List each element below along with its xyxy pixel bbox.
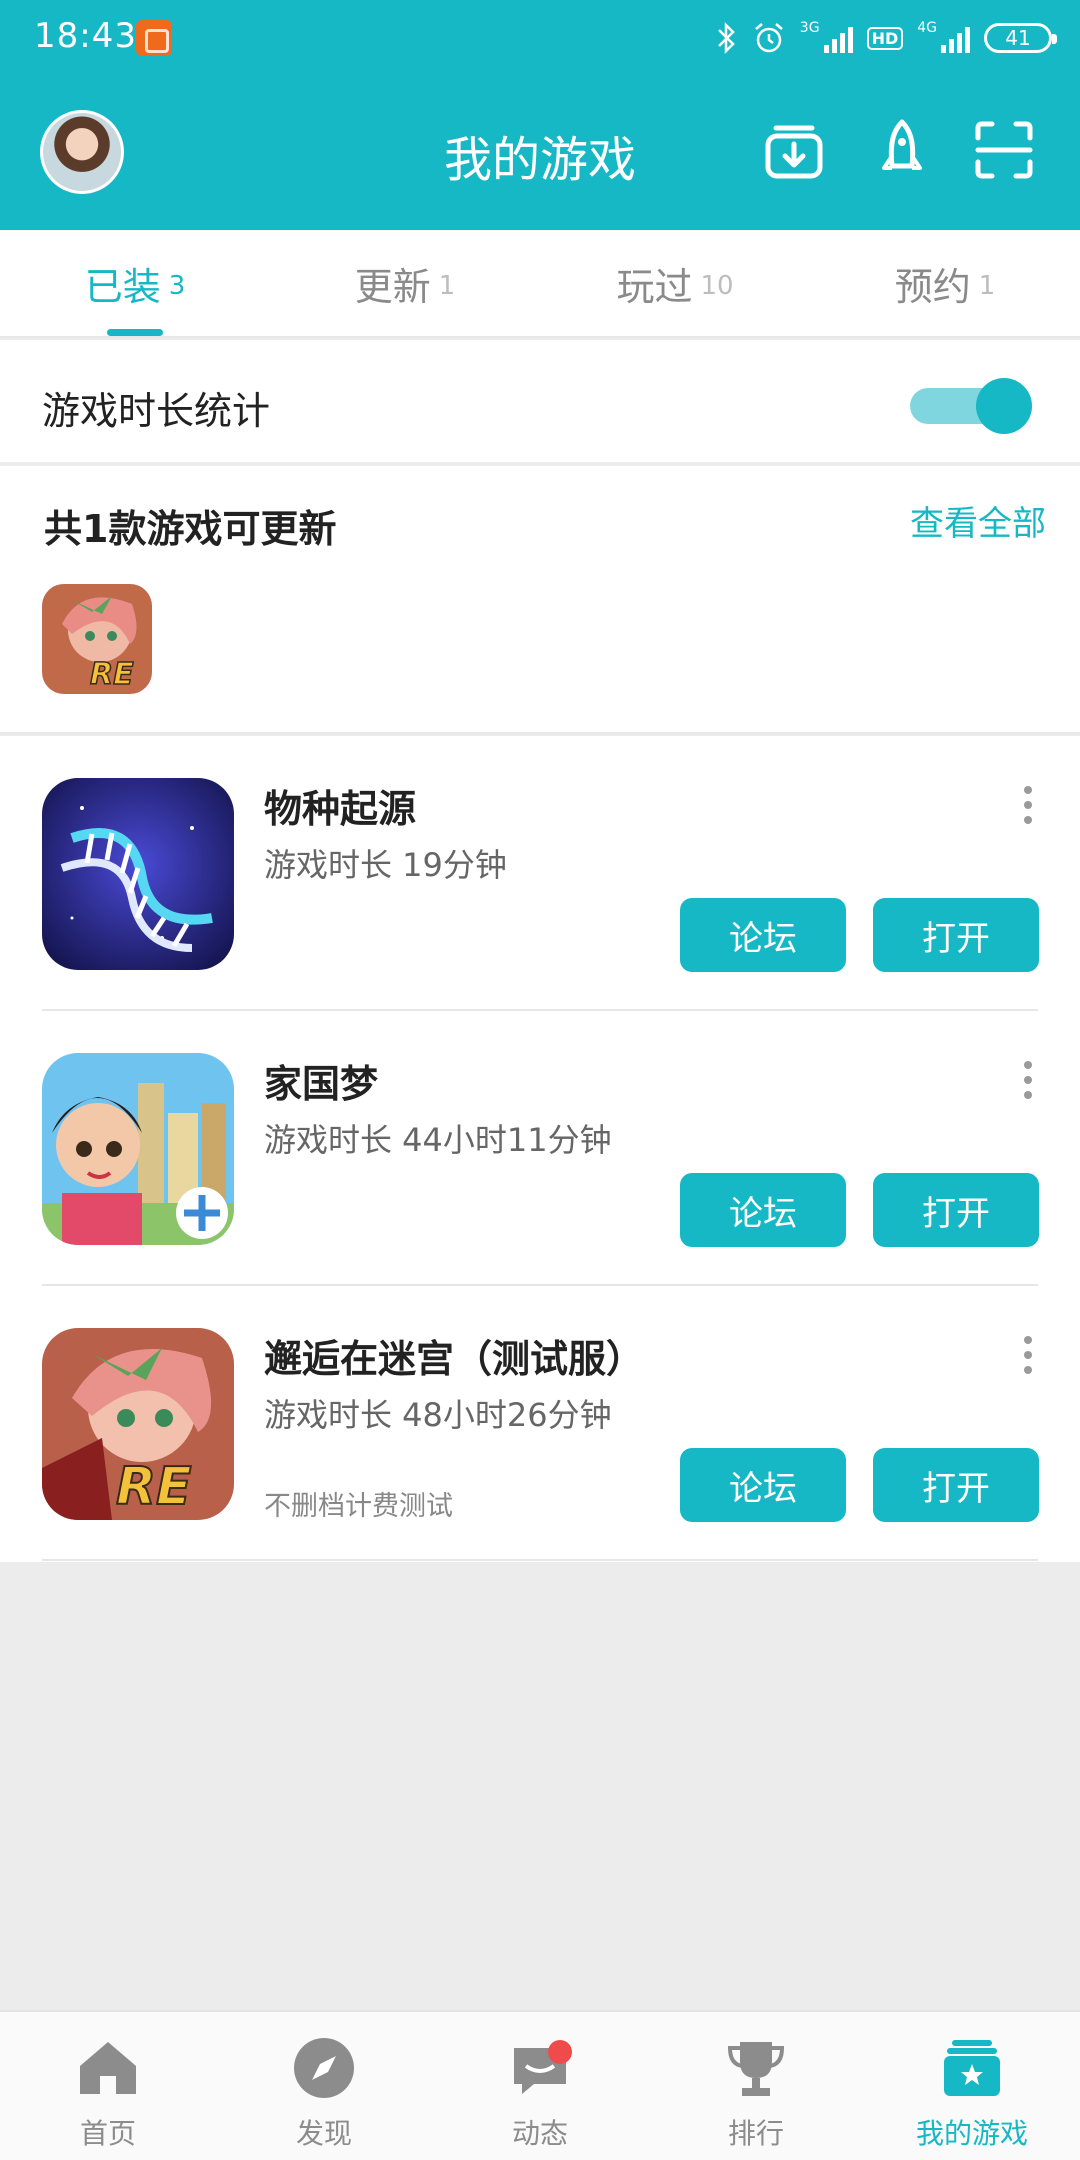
tab-count: 1: [438, 271, 456, 301]
toggle-knob: [976, 378, 1032, 434]
tab-updates[interactable]: 更新 1: [270, 230, 540, 336]
battery-level: 41: [1005, 26, 1031, 50]
compass-icon: [294, 2038, 354, 2098]
trophy-icon: [727, 2042, 785, 2096]
divider: [42, 1559, 1038, 1561]
game-list: 物种起源 游戏时长 19分钟 论坛 打开 家国梦 游戏时长 44小时11分钟 论: [0, 736, 1080, 1562]
status-time: 18:43: [34, 16, 137, 56]
game-name: 邂逅在迷宫（测试服）: [264, 1337, 645, 1381]
game-icon-jiaguomeng[interactable]: [42, 1053, 234, 1245]
tab-count: 3: [168, 271, 186, 301]
playtime-stats-label: 游戏时长统计: [42, 389, 271, 433]
game-name: 家国梦: [264, 1062, 379, 1106]
my-games-icon: [944, 2040, 1000, 2096]
notification-app-icon: [136, 20, 172, 56]
signal-icon-2: [941, 23, 970, 53]
game-playtime: 游戏时长 19分钟: [264, 846, 507, 884]
game-playtime: 游戏时长 44小时11分钟: [264, 1121, 612, 1159]
update-game-icon[interactable]: RE: [42, 584, 152, 694]
tab-label: 更新: [354, 264, 431, 309]
svg-text:RE: RE: [116, 1457, 192, 1517]
game-name: 物种起源: [264, 787, 417, 831]
list-item[interactable]: 家国梦 游戏时长 44小时11分钟 论坛 打开: [0, 1011, 1080, 1286]
status-bar: 18:43 3G HD 4G 41: [0, 0, 1080, 80]
tab-label: 玩过: [616, 264, 693, 309]
bottom-nav: 首页 发现 动态 排行 我的游戏: [0, 2010, 1080, 2160]
tab-count: 10: [700, 271, 734, 301]
hd-badge: HD: [866, 26, 904, 50]
nav-label: 首页: [79, 2117, 136, 2150]
svg-text:RE: RE: [90, 657, 134, 692]
game-icon-origin-of-species[interactable]: [42, 778, 234, 970]
nav-ranking[interactable]: 排行: [648, 2012, 864, 2160]
updates-title: 共1款游戏可更新: [44, 507, 337, 551]
game-note: 不删档计费测试: [264, 1491, 453, 1522]
home-icon: [80, 2042, 136, 2094]
nav-discover[interactable]: 发现: [216, 2012, 432, 2160]
list-item[interactable]: RE 邂逅在迷宫（测试服） 游戏时长 48小时26分钟 不删档计费测试 论坛 打…: [0, 1286, 1080, 1561]
app-bar: 我的游戏: [0, 80, 1080, 230]
tab-installed[interactable]: 已装 3: [0, 230, 270, 336]
download-manager-icon[interactable]: [762, 118, 826, 182]
forum-button[interactable]: 论坛: [680, 1173, 846, 1247]
list-item[interactable]: 物种起源 游戏时长 19分钟 论坛 打开: [0, 736, 1080, 1011]
open-button[interactable]: 打开: [873, 1448, 1039, 1522]
playtime-stats-row: 游戏时长统计: [0, 340, 1080, 464]
tab-reserved[interactable]: 预约 1: [810, 230, 1080, 336]
nav-label: 我的游戏: [915, 2117, 1028, 2150]
battery-icon: 41: [984, 23, 1057, 53]
tab-played[interactable]: 玩过 10: [540, 230, 810, 336]
game-icon-labyrinth[interactable]: RE: [42, 1328, 234, 1520]
updates-section: 共1款游戏可更新 查看全部 RE: [0, 466, 1080, 734]
tab-label: 预约: [894, 264, 971, 309]
open-button[interactable]: 打开: [873, 1173, 1039, 1247]
view-all-link[interactable]: 查看全部: [910, 496, 1046, 545]
more-options-icon[interactable]: [1024, 786, 1034, 830]
network-3g-label: 3G: [799, 20, 820, 36]
open-button[interactable]: 打开: [873, 898, 1039, 972]
alarm-icon: [754, 23, 783, 53]
scan-icon[interactable]: [972, 118, 1036, 182]
nav-my-games[interactable]: 我的游戏: [864, 2012, 1080, 2160]
notification-badge: [548, 2040, 572, 2064]
forum-button[interactable]: 论坛: [680, 1448, 846, 1522]
playtime-stats-toggle[interactable]: [910, 374, 1036, 434]
nav-label: 动态: [511, 2117, 568, 2150]
forum-button[interactable]: 论坛: [680, 898, 846, 972]
nav-label: 排行: [727, 2117, 784, 2150]
network-4g-label: 4G: [917, 20, 937, 36]
rocket-icon[interactable]: [870, 118, 934, 182]
game-playtime: 游戏时长 48小时26分钟: [264, 1396, 612, 1434]
tab-bar: 已装 3 更新 1 玩过 10 预约 1: [0, 230, 1080, 338]
status-icons: 3G HD 4G 41: [716, 16, 1057, 60]
tab-indicator: [107, 329, 163, 336]
more-options-icon[interactable]: [1024, 1061, 1034, 1105]
tab-label: 已装: [84, 264, 161, 309]
nav-label: 发现: [295, 2117, 352, 2150]
nav-home[interactable]: 首页: [0, 2012, 216, 2160]
tab-count: 1: [978, 271, 996, 301]
signal-icon: [823, 23, 853, 53]
bluetooth-icon: [717, 21, 735, 55]
nav-activity[interactable]: 动态: [432, 2012, 648, 2160]
more-options-icon[interactable]: [1024, 1336, 1034, 1380]
